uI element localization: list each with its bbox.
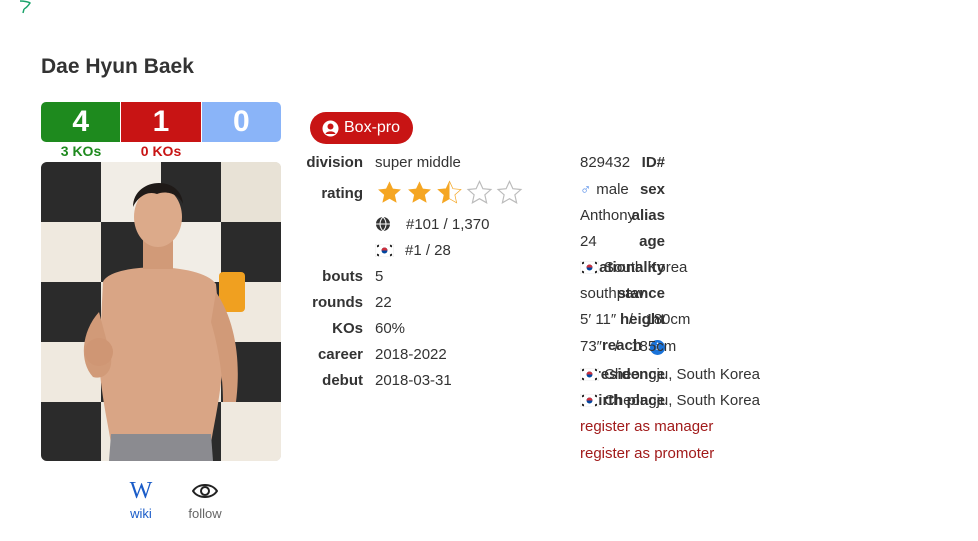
row-career: career 2018-2022 — [305, 344, 447, 364]
sex-text: male — [596, 180, 629, 198]
kos-label: KOs — [332, 319, 363, 337]
wiki-label: wiki — [130, 506, 152, 521]
row-national-rank: #1 / 28 — [305, 240, 451, 260]
row-rounds: rounds 22 — [305, 292, 392, 312]
row-residence: residence Cheongju, South Korea — [565, 364, 760, 384]
south-korea-flag-icon — [580, 367, 599, 381]
globe-icon — [376, 216, 390, 232]
row-rating: rating — [305, 179, 523, 204]
division-value: super middle — [375, 153, 461, 171]
sex-value: ♂ male — [580, 181, 629, 198]
row-register-promoter: register as promoter — [565, 443, 714, 463]
row-reach: reach i 73″ / 185cm — [565, 336, 676, 356]
row-height: height 5′ 11″ / 180cm — [565, 309, 690, 329]
box-pro-badge[interactable]: Box-pro — [310, 112, 414, 144]
stance-value: southpaw — [580, 284, 645, 302]
national-rank[interactable]: #1 / 28 — [375, 242, 451, 259]
register-manager-link[interactable]: register as manager — [580, 418, 713, 435]
bouts-label: bouts — [322, 267, 363, 285]
register-promoter-link[interactable]: register as promoter — [580, 445, 714, 462]
wins-count: 4 — [41, 102, 121, 142]
south-korea-flag-icon — [375, 243, 394, 257]
alias-value: Anthony — [580, 206, 636, 224]
row-birth-place: birth place Cheongju, South Korea — [565, 390, 760, 410]
follow-label: follow — [188, 506, 222, 521]
record-bar: 4 1 0 — [41, 102, 281, 142]
boxer-name: Dae Hyun Baek — [41, 55, 194, 78]
male-icon: ♂ — [580, 180, 592, 198]
wikipedia-icon: W — [129, 478, 153, 504]
reach-value: 73″ / 185cm — [580, 337, 677, 355]
birth-place-value: Cheongju, South Korea — [580, 392, 760, 409]
career-value: 2018-2022 — [375, 345, 447, 363]
career-label: career — [317, 345, 363, 363]
nationality-value: South Korea — [580, 259, 687, 276]
star-empty-icon — [466, 179, 493, 204]
national-rank-value: #1 / 28 — [405, 241, 451, 259]
row-alias: alias Anthony — [565, 205, 665, 225]
id-value: 829432 — [580, 153, 631, 171]
star-half-icon — [437, 180, 462, 204]
wins-ko: 3 KOs — [60, 143, 102, 159]
leaf-icon — [19, 0, 31, 14]
nationality-text: South Korea — [604, 258, 688, 276]
profile-actions: W wiki follow — [118, 478, 228, 521]
birth-place-text: Cheongju, South Korea — [604, 391, 760, 409]
debut-label: debut — [322, 371, 363, 389]
kos-value: 60% — [375, 319, 406, 337]
age-value: 24 — [580, 232, 597, 250]
row-kos: KOs 60% — [305, 318, 405, 338]
boxer-photo — [41, 162, 281, 461]
star-empty-icon — [496, 179, 523, 204]
star-filled-icon — [408, 181, 431, 203]
user-circle-icon — [322, 120, 339, 136]
bouts-value: 5 — [375, 267, 384, 285]
row-division: division super middle — [305, 152, 461, 172]
row-id: ID# 829432 — [565, 152, 665, 172]
row-sex: sex ♂ male — [565, 179, 665, 199]
rating-stars — [375, 179, 524, 207]
rating-label: rating — [321, 184, 363, 202]
residence-text: Cheongju, South Korea — [604, 365, 760, 383]
losses-count: 1 — [121, 102, 201, 142]
rounds-label: rounds — [312, 293, 363, 311]
world-rank-value: #101 / 1,370 — [406, 215, 490, 233]
row-nationality: nationality South Korea — [565, 257, 687, 277]
row-world-rank: #101 / 1,370 — [305, 214, 489, 234]
world-rank[interactable]: #101 / 1,370 — [375, 216, 489, 233]
row-age: age 24 — [565, 231, 665, 251]
eye-icon — [192, 484, 218, 498]
residence-value: Cheongju, South Korea — [580, 366, 760, 383]
row-stance: stance southpaw — [565, 283, 665, 303]
row-bouts: bouts 5 — [305, 266, 383, 286]
badge-label: Box-pro — [344, 119, 401, 136]
follow-button[interactable]: follow — [182, 478, 228, 521]
losses-ko: 0 KOs — [140, 143, 182, 159]
debut-value: 2018-03-31 — [375, 371, 452, 389]
ko-row: 3 KOs 0 KOs — [41, 143, 281, 159]
south-korea-flag-icon — [580, 393, 599, 407]
south-korea-flag-icon — [580, 260, 599, 274]
row-debut: debut 2018-03-31 — [305, 370, 452, 390]
draws-ko-empty — [201, 143, 281, 159]
height-value: 5′ 11″ / 180cm — [580, 310, 691, 328]
wiki-link[interactable]: W wiki — [118, 478, 164, 521]
rounds-value: 22 — [375, 293, 392, 311]
row-register-manager: register as manager — [565, 416, 713, 436]
draws-count: 0 — [201, 102, 281, 142]
star-filled-icon — [378, 181, 401, 203]
division-label: division — [306, 153, 363, 171]
